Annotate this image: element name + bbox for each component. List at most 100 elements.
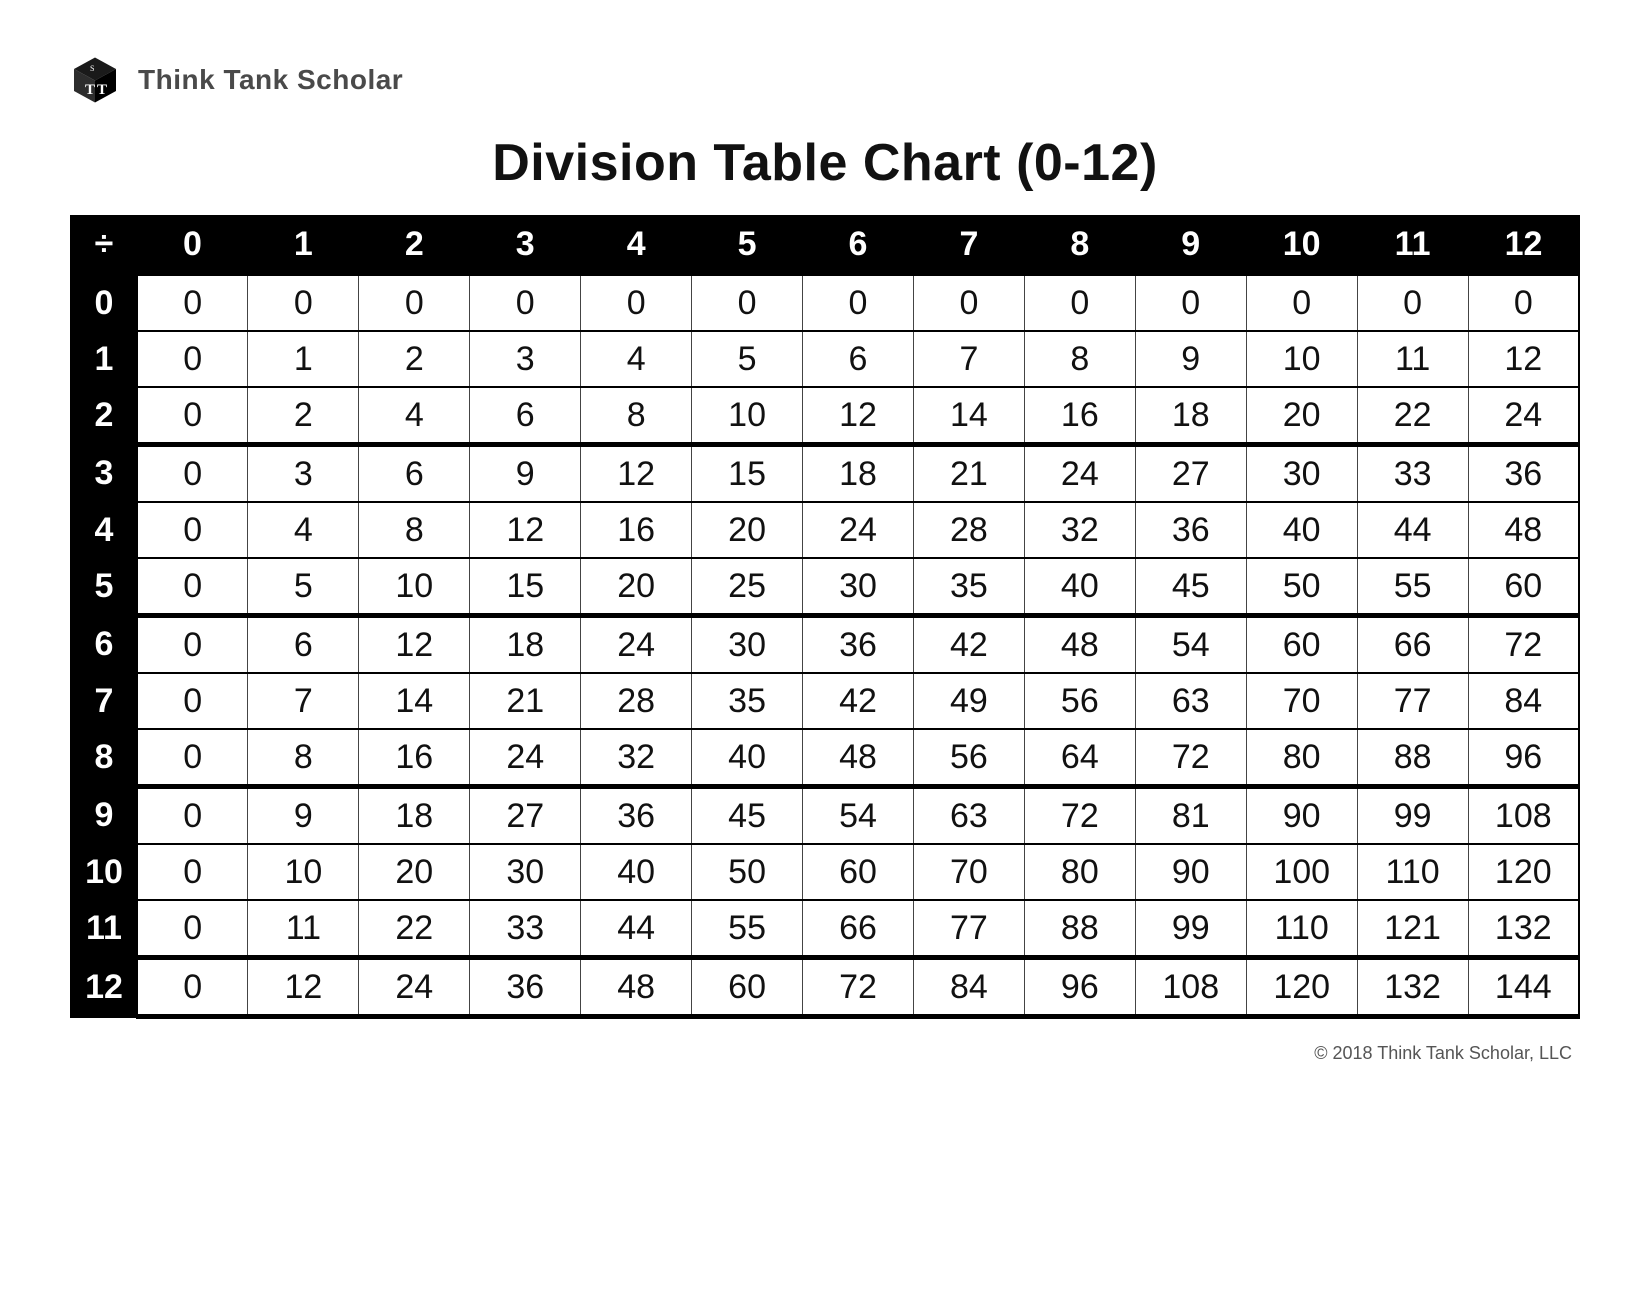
table-cell: 66: [803, 900, 914, 958]
brand-header: T T S Think Tank Scholar: [70, 55, 1580, 105]
table-cell: 12: [1468, 331, 1579, 387]
svg-text:S: S: [90, 64, 94, 73]
table-cell: 110: [1357, 844, 1468, 900]
table-cell: 50: [692, 844, 803, 900]
table-cell: 24: [581, 616, 692, 674]
table-cell: 0: [137, 729, 248, 787]
table-cell: 21: [470, 673, 581, 729]
table-row: 2024681012141618202224: [71, 387, 1579, 445]
row-header: 12: [71, 958, 137, 1017]
table-cell: 48: [803, 729, 914, 787]
table-cell: 10: [1246, 331, 1357, 387]
table-cell: 0: [692, 274, 803, 332]
table-cell: 80: [1024, 844, 1135, 900]
table-cell: 4: [359, 387, 470, 445]
table-cell: 14: [359, 673, 470, 729]
table-cell: 0: [1135, 274, 1246, 332]
table-cell: 77: [913, 900, 1024, 958]
table-cell: 54: [803, 787, 914, 845]
table-cell: 96: [1024, 958, 1135, 1017]
table-cell: 0: [137, 616, 248, 674]
table-row: 30369121518212427303336: [71, 445, 1579, 503]
table-cell: 12: [470, 502, 581, 558]
table-cell: 72: [803, 958, 914, 1017]
table-row: 6061218243036424854606672: [71, 616, 1579, 674]
row-header: 0: [71, 274, 137, 332]
table-row: 100102030405060708090100110120: [71, 844, 1579, 900]
table-cell: 110: [1246, 900, 1357, 958]
table-cell: 144: [1468, 958, 1579, 1017]
table-cell: 66: [1357, 616, 1468, 674]
copyright: © 2018 Think Tank Scholar, LLC: [70, 1043, 1580, 1064]
table-cell: 84: [913, 958, 1024, 1017]
table-cell: 0: [137, 558, 248, 616]
brand-logo-icon: T T S: [70, 55, 120, 105]
table-cell: 60: [803, 844, 914, 900]
table-cell: 15: [470, 558, 581, 616]
table-cell: 10: [248, 844, 359, 900]
table-cell: 30: [803, 558, 914, 616]
row-header: 10: [71, 844, 137, 900]
table-cell: 0: [137, 787, 248, 845]
table-cell: 48: [581, 958, 692, 1017]
table-row: 110112233445566778899110121132: [71, 900, 1579, 958]
table-cell: 60: [1246, 616, 1357, 674]
row-header: 8: [71, 729, 137, 787]
table-cell: 27: [1135, 445, 1246, 503]
table-cell: 24: [470, 729, 581, 787]
row-header: 9: [71, 787, 137, 845]
table-cell: 45: [692, 787, 803, 845]
table-cell: 8: [248, 729, 359, 787]
col-header: 1: [248, 216, 359, 274]
table-cell: 5: [692, 331, 803, 387]
table-cell: 88: [1024, 900, 1135, 958]
table-cell: 132: [1357, 958, 1468, 1017]
table-cell: 8: [581, 387, 692, 445]
table-cell: 36: [1468, 445, 1579, 503]
table-row: 8081624324048566472808896: [71, 729, 1579, 787]
table-cell: 28: [581, 673, 692, 729]
table-cell: 56: [913, 729, 1024, 787]
row-header: 7: [71, 673, 137, 729]
table-cell: 2: [248, 387, 359, 445]
table-header-row: ÷ 0 1 2 3 4 5 6 7 8 9 10 11 12: [71, 216, 1579, 274]
table-cell: 44: [581, 900, 692, 958]
table-cell: 35: [913, 558, 1024, 616]
table-cell: 18: [803, 445, 914, 503]
table-cell: 42: [913, 616, 1024, 674]
table-cell: 1: [248, 331, 359, 387]
col-header: 10: [1246, 216, 1357, 274]
svg-text:T: T: [97, 82, 107, 98]
table-cell: 0: [137, 331, 248, 387]
table-row: 10123456789101112: [71, 331, 1579, 387]
table-cell: 70: [1246, 673, 1357, 729]
table-cell: 30: [1246, 445, 1357, 503]
table-cell: 0: [581, 274, 692, 332]
table-cell: 96: [1468, 729, 1579, 787]
table-cell: 18: [1135, 387, 1246, 445]
table-cell: 70: [913, 844, 1024, 900]
table-cell: 99: [1357, 787, 1468, 845]
table-cell: 36: [470, 958, 581, 1017]
table-cell: 132: [1468, 900, 1579, 958]
table-cell: 60: [1468, 558, 1579, 616]
table-cell: 100: [1246, 844, 1357, 900]
table-cell: 121: [1357, 900, 1468, 958]
table-cell: 81: [1135, 787, 1246, 845]
table-cell: 24: [803, 502, 914, 558]
table-cell: 10: [692, 387, 803, 445]
col-header: 5: [692, 216, 803, 274]
table-cell: 54: [1135, 616, 1246, 674]
table-cell: 0: [137, 274, 248, 332]
table-cell: 90: [1135, 844, 1246, 900]
table-cell: 0: [359, 274, 470, 332]
table-cell: 22: [1357, 387, 1468, 445]
table-cell: 10: [359, 558, 470, 616]
row-header: 2: [71, 387, 137, 445]
table-row: 404812162024283236404448: [71, 502, 1579, 558]
table-cell: 90: [1246, 787, 1357, 845]
table-cell: 64: [1024, 729, 1135, 787]
table-cell: 28: [913, 502, 1024, 558]
table-cell: 48: [1468, 502, 1579, 558]
table-cell: 88: [1357, 729, 1468, 787]
